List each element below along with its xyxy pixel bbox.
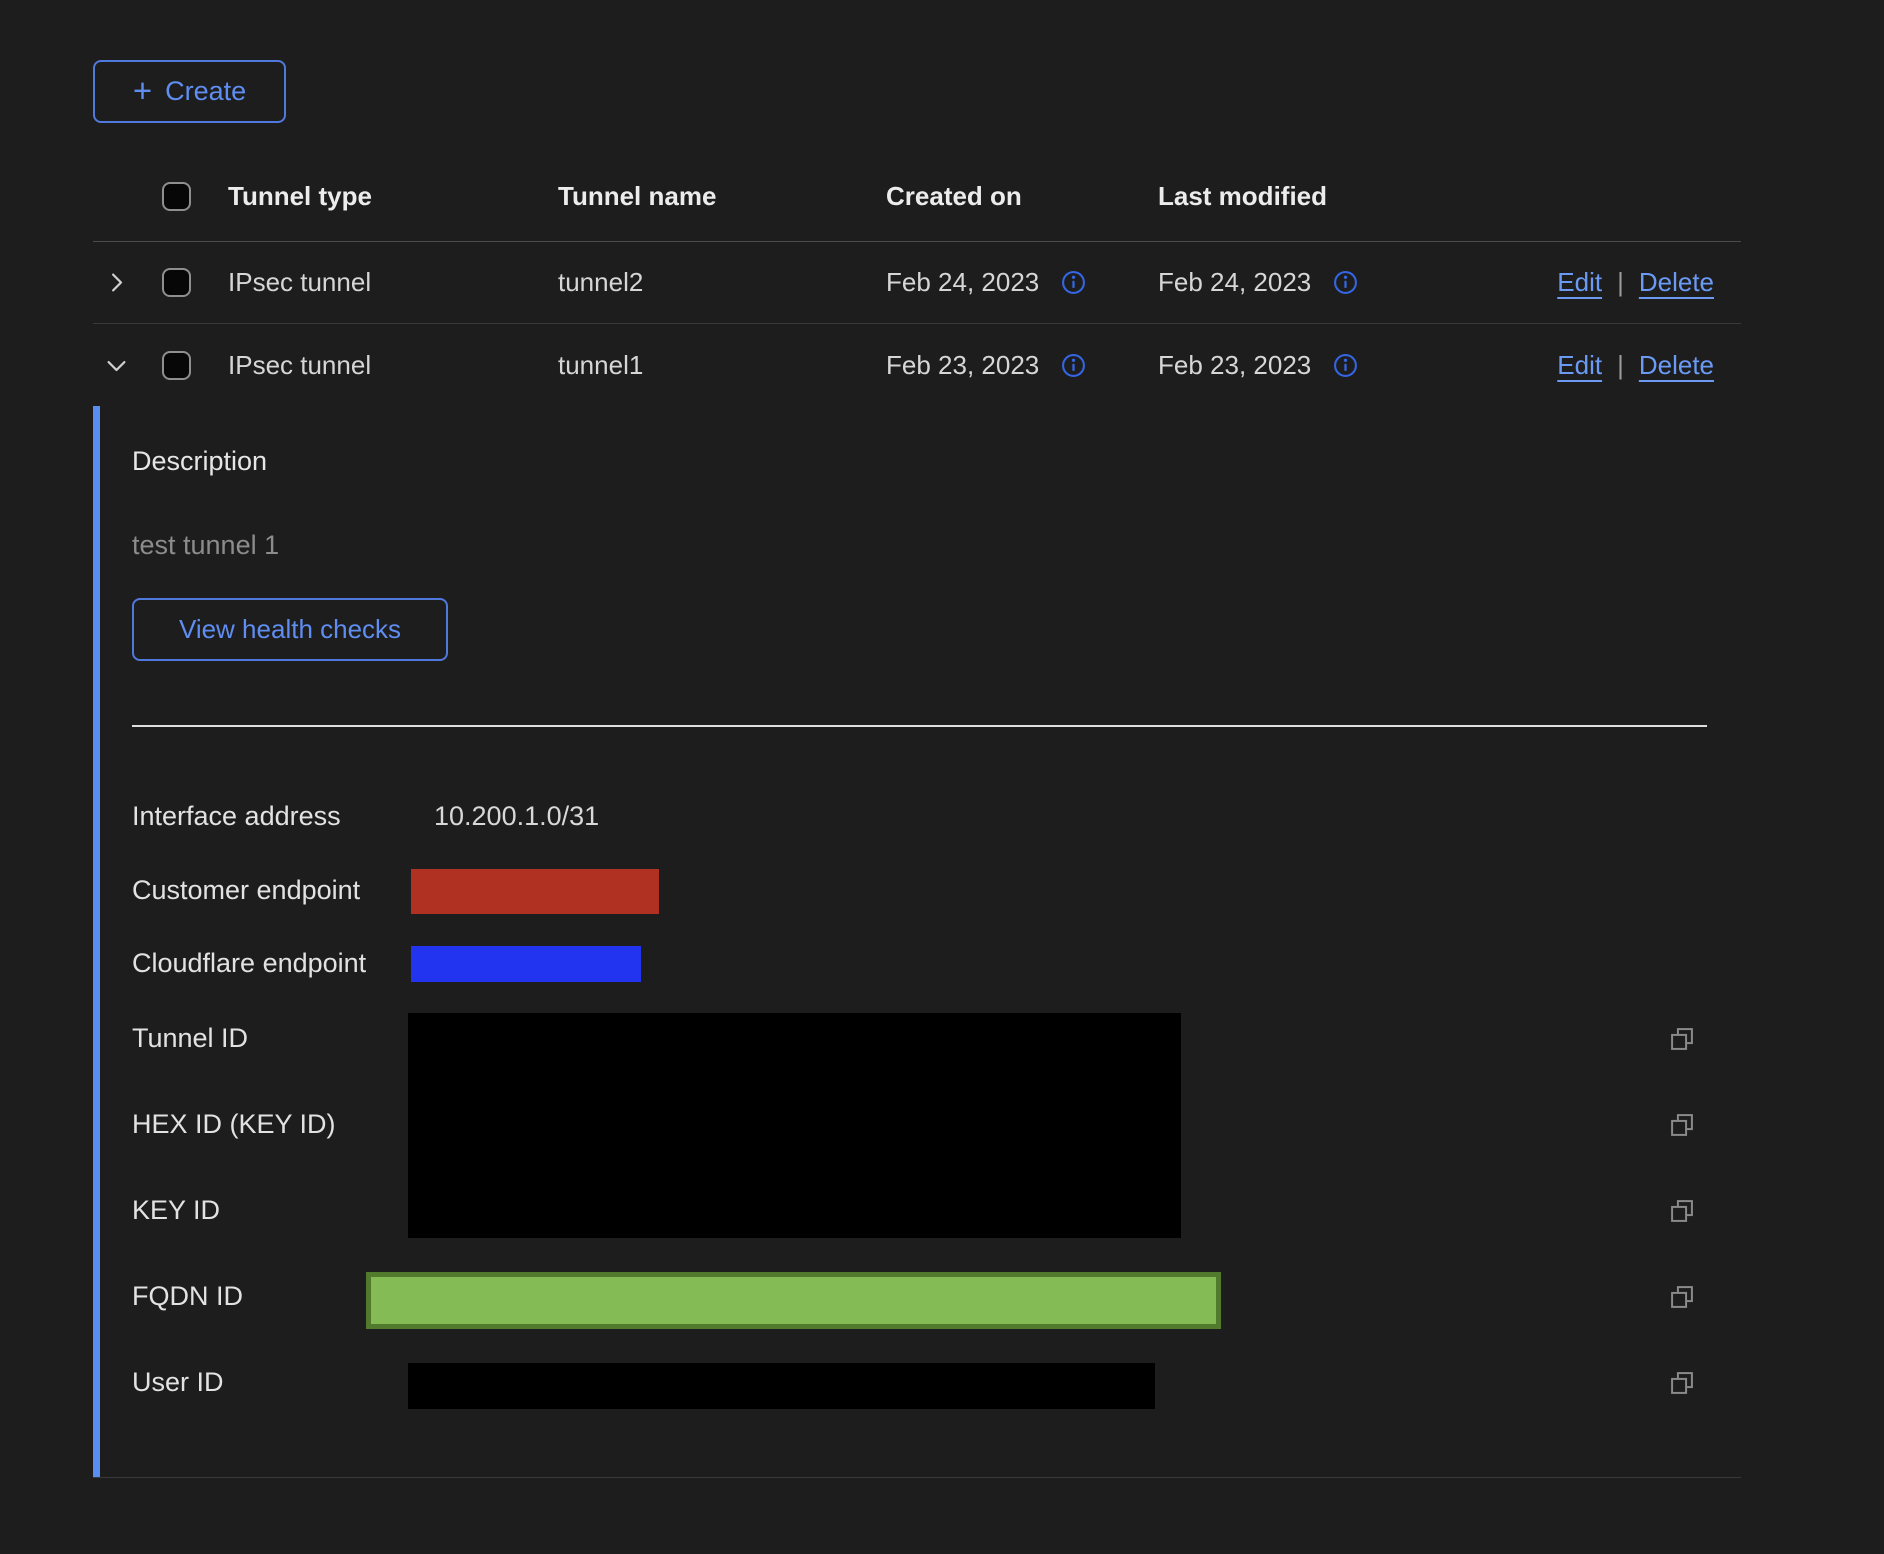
cloudflare-endpoint-redacted-value: [411, 946, 641, 982]
info-icon[interactable]: [1333, 353, 1358, 378]
hex-id-label: HEX ID (KEY ID): [132, 1108, 336, 1140]
ids-redacted-value: [408, 1013, 1181, 1238]
created-on-cell: Feb 23, 2023: [886, 350, 1158, 381]
interface-address-value: 10.200.1.0/31: [434, 800, 599, 832]
select-row-checkbox[interactable]: [162, 351, 191, 380]
tunnel-type-cell: IPsec tunnel: [228, 267, 558, 298]
edit-link[interactable]: Edit: [1557, 350, 1602, 381]
column-header-tunnel-name: Tunnel name: [558, 181, 886, 212]
delete-link[interactable]: Delete: [1639, 267, 1714, 298]
created-on-value: Feb 23, 2023: [886, 350, 1039, 381]
tunnel-name-cell: tunnel2: [558, 267, 886, 298]
copy-hex-id-button[interactable]: [1668, 1111, 1696, 1139]
create-button[interactable]: + Create: [93, 60, 286, 123]
table-header: Tunnel type Tunnel name Created on Last …: [93, 152, 1741, 242]
last-modified-value: Feb 24, 2023: [1158, 267, 1311, 298]
copy-key-id-button[interactable]: [1668, 1197, 1696, 1225]
cloudflare-endpoint-label: Cloudflare endpoint: [132, 947, 366, 979]
last-modified-cell: Feb 24, 2023: [1158, 267, 1441, 298]
copy-icon: [1668, 1283, 1696, 1311]
info-icon[interactable]: [1061, 353, 1086, 378]
column-header-last-modified: Last modified: [1158, 181, 1441, 212]
tunnel-id-label: Tunnel ID: [132, 1022, 248, 1054]
copy-tunnel-id-button[interactable]: [1668, 1025, 1696, 1053]
delete-link[interactable]: Delete: [1639, 350, 1714, 381]
fqdn-id-label: FQDN ID: [132, 1280, 243, 1312]
last-modified-cell: Feb 23, 2023: [1158, 350, 1441, 381]
copy-icon: [1668, 1111, 1696, 1139]
customer-endpoint-label: Customer endpoint: [132, 874, 360, 906]
section-divider: [132, 725, 1707, 727]
chevron-down-icon[interactable]: [103, 352, 130, 379]
expanded-panel: Description test tunnel 1 View health ch…: [93, 406, 1741, 1478]
copy-icon: [1668, 1369, 1696, 1397]
interface-address-label: Interface address: [132, 800, 341, 832]
user-id-label: User ID: [132, 1366, 224, 1398]
chevron-right-icon[interactable]: [103, 269, 130, 296]
info-icon[interactable]: [1061, 270, 1086, 295]
column-header-created-on: Created on: [886, 181, 1158, 212]
copy-fqdn-id-button[interactable]: [1668, 1283, 1696, 1311]
action-separator: |: [1617, 350, 1624, 381]
created-on-cell: Feb 24, 2023: [886, 267, 1158, 298]
description-label: Description: [132, 445, 267, 477]
last-modified-value: Feb 23, 2023: [1158, 350, 1311, 381]
fqdn-id-redacted-value: [366, 1272, 1221, 1329]
description-value: test tunnel 1: [132, 529, 279, 561]
copy-user-id-button[interactable]: [1668, 1369, 1696, 1397]
key-id-label: KEY ID: [132, 1194, 220, 1226]
tunnels-table: Tunnel type Tunnel name Created on Last …: [93, 152, 1741, 406]
column-header-tunnel-type: Tunnel type: [228, 181, 558, 212]
tunnel-type-cell: IPsec tunnel: [228, 350, 558, 381]
info-icon[interactable]: [1333, 270, 1358, 295]
plus-icon: +: [133, 74, 152, 107]
copy-icon: [1668, 1197, 1696, 1225]
create-button-label: Create: [165, 76, 246, 107]
table-row: IPsec tunnel tunnel2 Feb 24, 2023 Feb 24…: [93, 242, 1741, 324]
view-health-checks-button[interactable]: View health checks: [132, 598, 448, 661]
action-separator: |: [1617, 267, 1624, 298]
edit-link[interactable]: Edit: [1557, 267, 1602, 298]
expanded-row-indicator: [93, 406, 100, 1477]
user-id-redacted-value: [408, 1363, 1155, 1409]
select-row-checkbox[interactable]: [162, 268, 191, 297]
select-all-checkbox[interactable]: [162, 182, 191, 211]
tunnel-name-cell: tunnel1: [558, 350, 886, 381]
copy-icon: [1668, 1025, 1696, 1053]
customer-endpoint-redacted-value: [411, 869, 659, 914]
table-row: IPsec tunnel tunnel1 Feb 23, 2023 Feb 23…: [93, 324, 1741, 406]
created-on-value: Feb 24, 2023: [886, 267, 1039, 298]
